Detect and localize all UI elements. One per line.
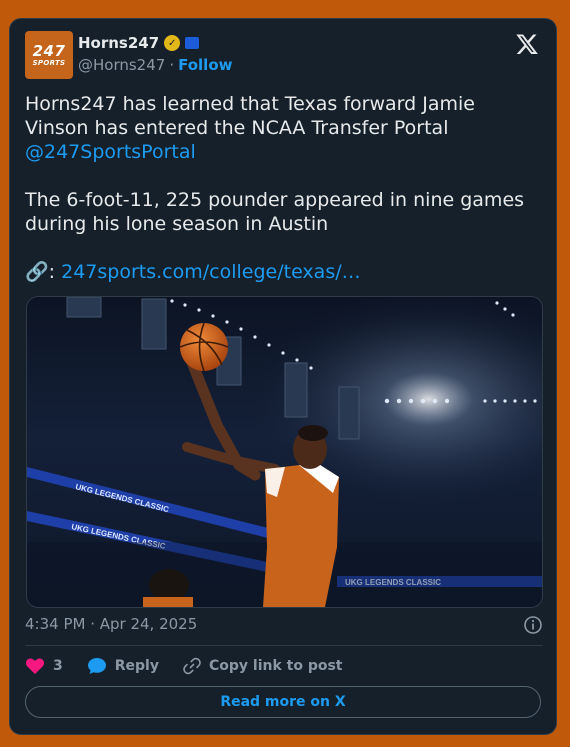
article-link[interactable]: 247sports.com/college/texas/… bbox=[61, 261, 361, 283]
user-handle[interactable]: @Horns247 bbox=[78, 56, 165, 74]
copy-link-label: Copy link to post bbox=[208, 658, 343, 674]
copy-link-action[interactable]: Copy link to post bbox=[183, 657, 343, 675]
name-row: Horns247 ✓ bbox=[78, 34, 200, 52]
affiliate-badge-icon bbox=[185, 37, 200, 49]
like-count: 3 bbox=[53, 658, 63, 674]
heart-icon bbox=[25, 658, 45, 674]
link-prefix: : bbox=[48, 261, 56, 283]
post-text-line-1: Horns247 has learned that Texas forward … bbox=[25, 93, 475, 139]
basketball-photo-illustration: UKG LEGENDS CLASSIC UKG LEGENDS CLASSIC … bbox=[27, 297, 542, 607]
post-text: Horns247 has learned that Texas forward … bbox=[25, 92, 543, 284]
like-action[interactable]: 3 bbox=[25, 657, 63, 675]
post-header: 247 SPORTS Horns247 ✓ @Horns247 · Follow bbox=[25, 31, 541, 79]
separator-dot: · bbox=[169, 56, 175, 74]
divider bbox=[25, 645, 543, 646]
reply-bubble-icon bbox=[87, 658, 106, 674]
link-icon bbox=[183, 657, 201, 675]
post-photo[interactable]: UKG LEGENDS CLASSIC UKG LEGENDS CLASSIC … bbox=[26, 296, 543, 608]
display-name[interactable]: Horns247 bbox=[78, 34, 159, 52]
mention-link[interactable]: @247SportsPortal bbox=[25, 141, 196, 163]
timestamp-row: 4:34 PM · Apr 24, 2025 bbox=[25, 615, 543, 637]
post-paragraph-1: Horns247 has learned that Texas forward … bbox=[25, 92, 543, 164]
info-icon[interactable] bbox=[523, 615, 543, 635]
handle-row: @Horns247 · Follow bbox=[78, 56, 232, 74]
reply-label: Reply bbox=[114, 658, 159, 674]
embedded-post-card: 247 SPORTS Horns247 ✓ @Horns247 · Follow… bbox=[9, 18, 557, 735]
x-logo-icon[interactable] bbox=[515, 32, 539, 56]
reply-action[interactable]: Reply bbox=[87, 657, 159, 675]
read-more-button[interactable]: Read more on X bbox=[25, 686, 541, 718]
verified-badge-icon: ✓ bbox=[164, 35, 181, 51]
post-paragraph-3: 🔗: 247sports.com/college/texas/… bbox=[25, 260, 543, 284]
follow-button[interactable]: Follow bbox=[178, 56, 232, 74]
avatar-logo-subtext: SPORTS bbox=[32, 58, 66, 67]
post-paragraph-2: The 6-foot-11, 225 pounder appeared in n… bbox=[25, 189, 525, 235]
post-timestamp[interactable]: 4:34 PM · Apr 24, 2025 bbox=[25, 615, 197, 633]
link-emoji-icon: 🔗 bbox=[25, 261, 49, 283]
avatar[interactable]: 247 SPORTS bbox=[25, 31, 73, 79]
action-bar: 3 Reply Copy link to post bbox=[25, 655, 367, 677]
avatar-logo-text: 247 bbox=[32, 41, 66, 60]
